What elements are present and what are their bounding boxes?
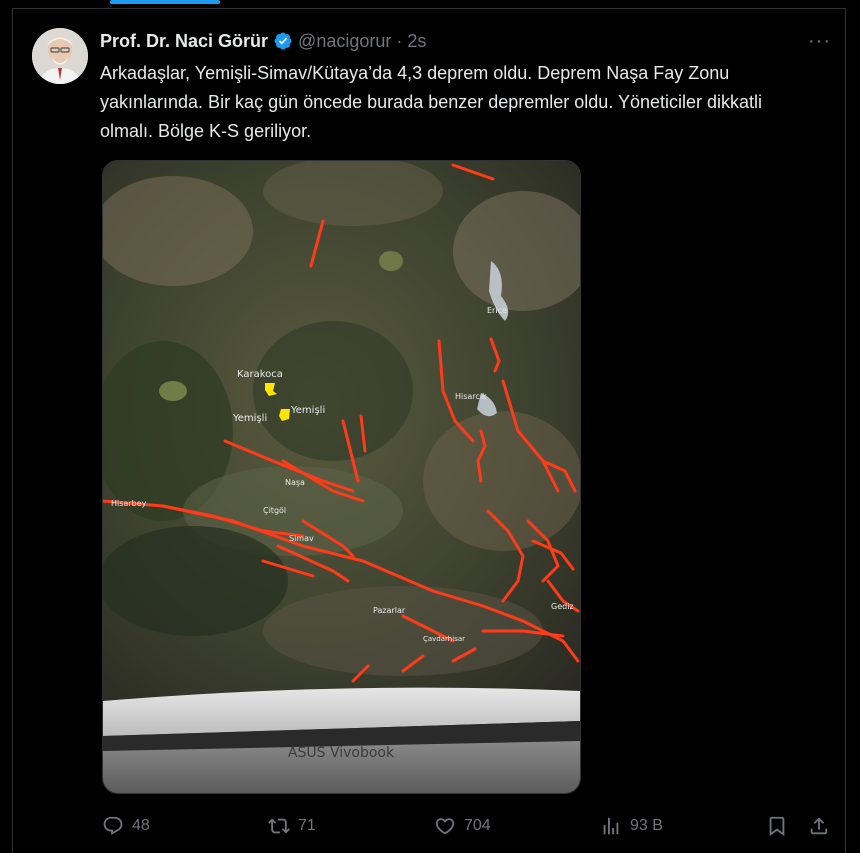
- retweet-icon: [268, 818, 290, 834]
- share-button[interactable]: [808, 812, 830, 840]
- tweet-photo[interactable]: Karakoca Yemişli Yemişli Naşa Hisarbey Ç…: [102, 160, 581, 794]
- map-label-karakoca: Karakoca: [237, 369, 283, 380]
- like-count: 704: [464, 817, 491, 834]
- bookmark-button[interactable]: [766, 812, 788, 840]
- more-options-icon[interactable]: ···: [808, 30, 831, 53]
- tweet-text: Arkadaşlar, Yemişli-Simav/Kütaya’da 4,3 …: [100, 63, 763, 141]
- reply-button[interactable]: 48: [102, 812, 150, 840]
- action-bar: 48 71 704 93 B: [100, 812, 840, 840]
- bookmark-icon: [769, 816, 785, 837]
- laptop-brand-label: ASUS Vivobook: [288, 745, 395, 761]
- map-label-hisarcik: Hisarcık: [455, 392, 487, 401]
- map-label-gediz: Gediz: [551, 602, 574, 611]
- share-icon: [810, 817, 828, 835]
- author-handle[interactable]: @nacigorur: [298, 31, 391, 52]
- views-count: 93 B: [630, 817, 663, 834]
- tweet-header: Prof. Dr. Naci Görür @nacigorur · 2s: [100, 30, 426, 52]
- views-icon: [603, 817, 619, 835]
- verified-badge-icon[interactable]: [273, 31, 293, 51]
- map-label-yemisli-left: Yemişli: [232, 413, 267, 424]
- views-button[interactable]: 93 B: [600, 812, 663, 840]
- reply-icon: [103, 816, 123, 835]
- active-tab-indicator: [110, 0, 220, 4]
- map-label-hisarbey: Hisarbey: [111, 499, 147, 508]
- fault-map-photo: Karakoca Yemişli Yemişli Naşa Hisarbey Ç…: [103, 161, 580, 793]
- avatar-image: [32, 28, 88, 84]
- retweet-count: 71: [298, 817, 316, 834]
- heart-icon: [435, 818, 455, 835]
- reply-count: 48: [132, 817, 150, 834]
- map-label-pazarlar: Pazarlar: [373, 606, 406, 615]
- map-label-cavdarhisar: Çavdarhisar: [423, 635, 465, 643]
- map-label-citgol: Çitgöl: [263, 506, 286, 515]
- retweet-button[interactable]: 71: [268, 812, 316, 840]
- map-label-simav: Simav: [289, 534, 314, 543]
- avatar[interactable]: [32, 28, 88, 84]
- map-label-erice: Erice: [487, 306, 507, 315]
- column-divider-left: [12, 8, 13, 853]
- column-divider-top: [12, 8, 846, 9]
- like-button[interactable]: 704: [434, 812, 491, 840]
- separator-dot: ·: [396, 30, 403, 51]
- author-name[interactable]: Prof. Dr. Naci Görür: [100, 31, 268, 52]
- timestamp[interactable]: 2s: [407, 31, 426, 52]
- column-divider-right: [845, 8, 846, 853]
- map-label-yemisli-right: Yemişli: [290, 405, 325, 416]
- map-label-nasa: Naşa: [285, 478, 305, 487]
